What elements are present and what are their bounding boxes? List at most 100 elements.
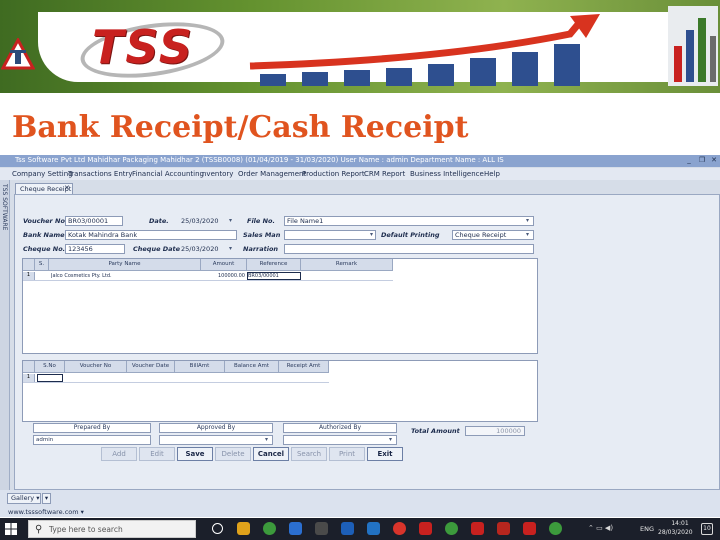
clock-date[interactable]: 28/03/2020 (658, 529, 693, 536)
slide-title: Bank Receipt/Cash Receipt (12, 110, 469, 145)
party-grid-col-s[interactable]: S. (35, 259, 49, 271)
bill-grid-col-billamt[interactable]: BillAmt (175, 361, 225, 373)
chrome-second-icon[interactable] (445, 522, 458, 535)
cheque-receipt-form: Voucher No. BR03/00001 Date. 25/03/2020 … (14, 194, 720, 490)
authorized-by-label: Authorized By (283, 423, 397, 433)
calculator-icon[interactable] (315, 522, 328, 535)
approved-by-select[interactable] (159, 435, 273, 445)
menu-help[interactable]: Help (484, 170, 500, 178)
menu-inventory[interactable]: nventory (202, 170, 233, 178)
default-printing-select[interactable]: Cheque Receipt (452, 230, 534, 240)
window-titlebar: Tss Software Pvt Ltd Mahidhar Packaging … (0, 155, 720, 167)
default-printing-dropdown-icon[interactable]: ▾ (526, 231, 529, 238)
opera-icon[interactable] (393, 522, 406, 535)
bill-grid-col-voucher-no[interactable]: Voucher No (65, 361, 127, 373)
window-title: Tss Software Pvt Ltd Mahidhar Packaging … (15, 156, 504, 164)
party-grid-col-reference[interactable]: Reference (247, 259, 301, 271)
taskbar-search-box[interactable]: ⚲ Type here to search (28, 520, 196, 538)
menu-order-management[interactable]: Order Management (238, 170, 306, 178)
bill-row-sno-cell[interactable] (37, 374, 63, 382)
search-button[interactable]: Search (291, 447, 327, 461)
mail-icon[interactable] (367, 522, 380, 535)
date-label: Date. (149, 217, 169, 225)
chrome-icon[interactable] (263, 522, 276, 535)
cancel-button[interactable]: Cancel (253, 447, 289, 461)
cheque-date-field[interactable]: 25/03/2020 (178, 244, 236, 254)
file-no-field[interactable]: File Name1 (284, 216, 534, 226)
prepared-by-label: Prepared By (33, 423, 151, 433)
menu-crm-report[interactable]: CRM Report (364, 170, 405, 178)
clock-time[interactable]: 14:01 (665, 520, 695, 527)
bank-name-field[interactable]: Kotak Mahindra Bank (65, 230, 237, 240)
bill-grid-col-voucher-date[interactable]: Voucher Date (127, 361, 175, 373)
party-grid: S. Party Name Amount Reference Remark 1 … (22, 258, 538, 354)
cheque-date-dropdown-icon[interactable]: ▾ (229, 245, 232, 252)
file-explorer-icon[interactable] (237, 522, 250, 535)
maximize-button[interactable]: ❐ (697, 156, 707, 165)
menu-transactions-entry[interactable]: Transactions Entry (68, 170, 133, 178)
search-placeholder: Type here to search (49, 525, 123, 534)
bill-grid-col-balance-amt[interactable]: Balance Amt (225, 361, 279, 373)
menu-financial-accounting[interactable]: Financial Accounting (132, 170, 204, 178)
party-grid-col-marker (23, 259, 35, 271)
party-row-marker[interactable]: 1 (23, 272, 35, 280)
delete-button[interactable]: Delete (215, 447, 251, 461)
narration-field[interactable] (284, 244, 534, 254)
prepared-by-field[interactable]: admin (33, 435, 151, 445)
app-window: Tss Software Pvt Ltd Mahidhar Packaging … (0, 155, 720, 517)
party-row-amount[interactable]: 100000.00 (203, 273, 245, 280)
tss-app-icon[interactable] (471, 522, 484, 535)
close-button[interactable]: ✕ (709, 156, 719, 165)
approved-by-dropdown-icon[interactable]: ▾ (265, 436, 268, 443)
authorized-by-dropdown-icon[interactable]: ▾ (389, 436, 392, 443)
narration-label: Narration (243, 245, 279, 253)
date-dropdown-icon[interactable]: ▾ (229, 217, 232, 224)
date-field[interactable]: 25/03/2020 (178, 216, 236, 226)
vertical-tab-label: TSS SOFTWARE (1, 184, 8, 231)
menu-company-setting[interactable]: Company Setting (12, 170, 73, 178)
bill-row-marker[interactable]: 1 (23, 374, 35, 382)
gallery-button[interactable]: Gallery ▾ (7, 493, 41, 504)
sales-man-field[interactable] (284, 230, 376, 240)
growth-bars-graphic (249, 14, 600, 86)
vertical-side-tab[interactable]: TSS SOFTWARE (0, 180, 10, 490)
tray-icons[interactable]: ⌃ ▭ ◀) (588, 524, 613, 532)
tss-app-second-icon[interactable] (497, 522, 510, 535)
default-printing-label: Default Printing (381, 231, 440, 239)
exit-button[interactable]: Exit (367, 447, 403, 461)
party-grid-col-remark[interactable]: Remark (301, 259, 393, 271)
store-icon[interactable] (289, 522, 302, 535)
status-bar: Gallery ▾ ▾ www.tsssoftware.com ▾ (0, 490, 720, 517)
language-indicator[interactable]: ENG (640, 525, 654, 533)
voucher-no-field[interactable]: BR03/00001 (65, 216, 123, 226)
tss-logo: TSS (92, 20, 194, 74)
bill-grid-col-receipt-amt[interactable]: Receipt Amt (279, 361, 329, 373)
party-grid-col-amount[interactable]: Amount (201, 259, 247, 271)
cheque-date-label: Cheque Date (133, 245, 181, 253)
task-view-icon[interactable] (212, 523, 223, 534)
party-grid-col-party-name[interactable]: Party Name (49, 259, 201, 271)
menu-business-intelligence[interactable]: Business Intelligence (410, 170, 484, 178)
menu-production-report[interactable]: Production Report (302, 170, 365, 178)
tss-app-third-icon[interactable] (523, 522, 536, 535)
cheque-no-field[interactable]: 123456 (65, 244, 125, 254)
bill-grid-col-sno[interactable]: S.No (35, 361, 65, 373)
file-no-dropdown-icon[interactable]: ▾ (526, 217, 529, 224)
add-button[interactable]: Add (101, 447, 137, 461)
chrome-third-icon[interactable] (549, 522, 562, 535)
app-red-icon[interactable] (419, 522, 432, 535)
sales-man-dropdown-icon[interactable]: ▾ (370, 231, 373, 238)
party-row-reference[interactable]: BR03/00001 (247, 272, 301, 280)
word-icon[interactable] (341, 522, 354, 535)
website-url[interactable]: www.tsssoftware.com ▾ (8, 508, 84, 516)
edit-button[interactable]: Edit (139, 447, 175, 461)
windows-start-icon[interactable] (5, 523, 17, 535)
tab-close-icon[interactable]: ✕ (64, 184, 70, 192)
save-button[interactable]: Save (177, 447, 213, 461)
gallery-extra-dropdown[interactable]: ▾ (42, 493, 51, 504)
print-button[interactable]: Print (329, 447, 365, 461)
minimize-button[interactable]: _ (684, 156, 694, 165)
notification-icon[interactable]: 10 (701, 523, 713, 535)
party-row-party-name[interactable]: Jalco Cosmetics Pty. Ltd. (51, 273, 201, 280)
authorized-by-select[interactable] (283, 435, 397, 445)
